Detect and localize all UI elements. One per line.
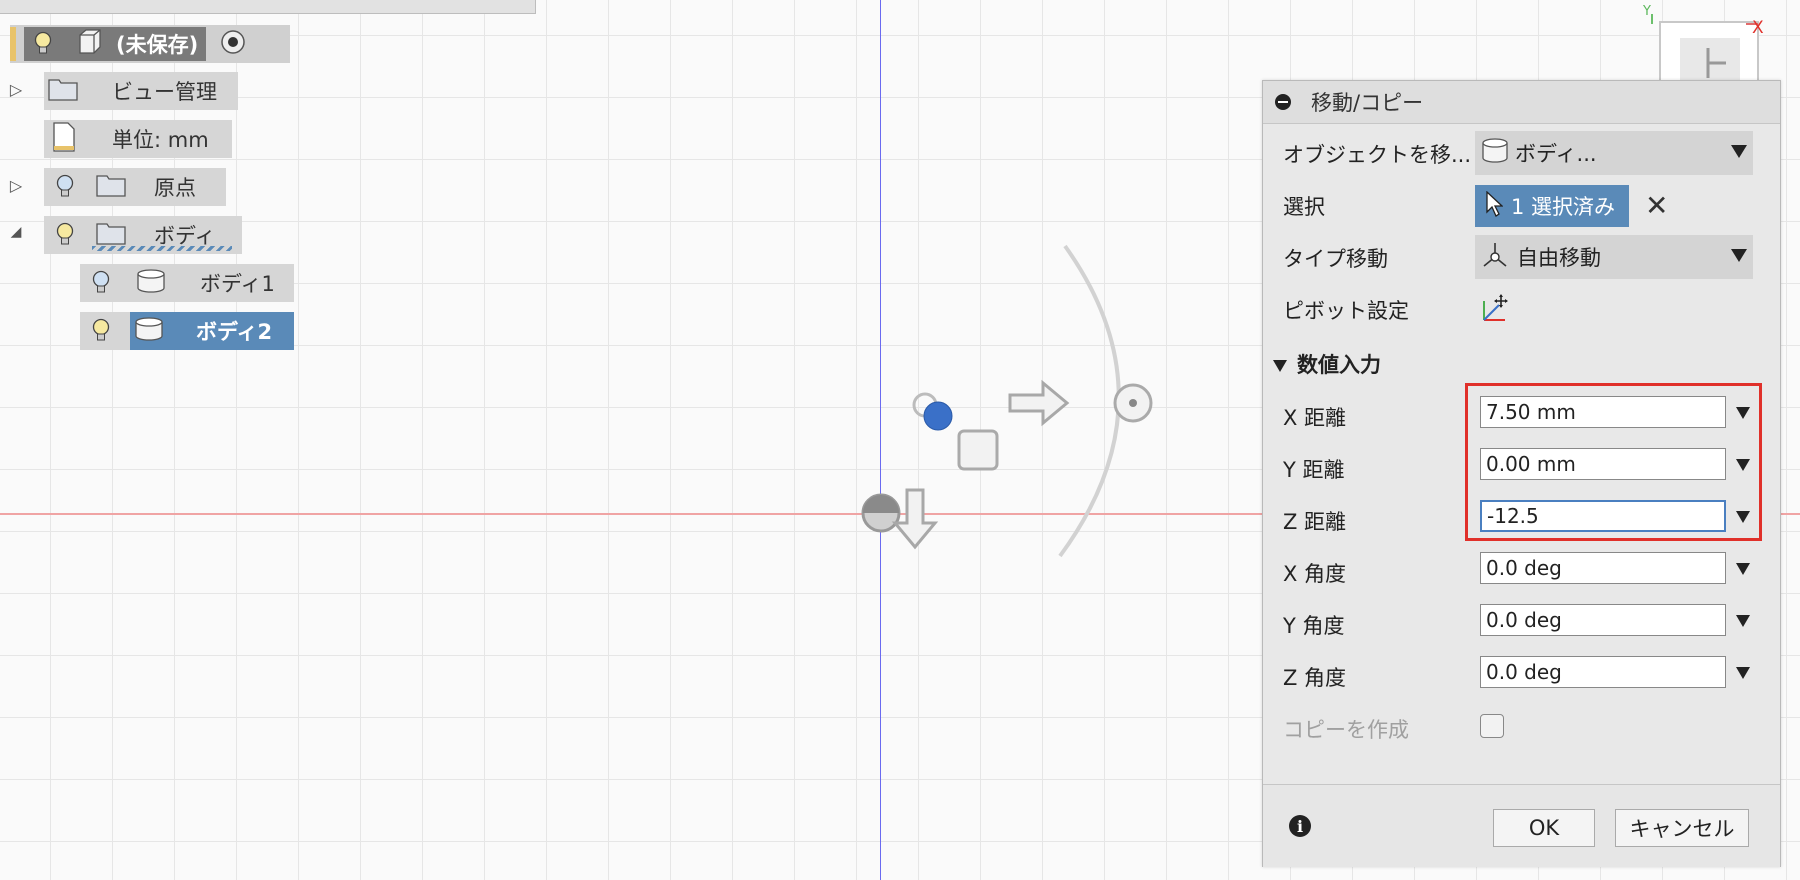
body-cylinder-icon [136,268,166,298]
browser-item-origin[interactable]: 原点 [44,168,226,206]
plane-handle-icon [957,429,999,471]
lightbulb-icon[interactable] [90,316,112,346]
object-label: オブジェクトを移... [1283,143,1472,167]
selection-hatch [92,246,232,251]
rotate-arc [1058,244,1121,558]
browser-item-label: ビュー管理 [112,80,217,104]
x-arrow-icon [1008,379,1070,427]
browser-item-body1[interactable]: ボディ1 [80,264,294,302]
highlight-box [1465,383,1762,541]
top-panel-edge [0,0,536,14]
pivot-label: ピボット設定 [1283,299,1409,323]
chevron-down-icon [1731,145,1747,158]
browser-item-bodies[interactable]: ボディ [44,216,242,254]
move-gizmo[interactable] [855,240,1175,570]
y-distance-label: Y 距離 [1283,458,1345,482]
collapse-dialog-icon[interactable] [1275,94,1291,110]
lightbulb-icon[interactable] [54,172,76,202]
browser-item-units[interactable]: 単位: mm [44,120,232,158]
move-type-label: タイプ移動 [1283,247,1388,271]
dialog-footer: i OK キャンセル [1263,784,1780,867]
browser-item-label: 単位: mm [112,128,209,152]
folder-icon [96,172,126,202]
viewcube-y-label: Y [1643,4,1651,19]
x-angle-label: X 角度 [1283,562,1347,586]
body-cylinder-icon [1481,138,1509,168]
body-cylinder-icon [134,316,164,346]
selection-count: 1 選択済み [1511,195,1616,219]
viewcube-x-label: X [1752,18,1764,38]
x-distance-label: X 距離 [1283,406,1347,430]
browser-item-label: 原点 [154,176,196,200]
pivot-set-icon[interactable] [1481,293,1511,327]
section-title: 数値入力 [1297,353,1381,377]
cursor-arrow-icon [1485,190,1504,221]
browser-item-label: ボディ1 [200,272,275,296]
create-copy-label: コピーを作成 [1283,718,1409,742]
lightbulb-icon[interactable] [90,268,112,298]
cancel-button[interactable]: キャンセル [1615,809,1749,847]
dialog-title: 移動/コピー [1311,91,1424,115]
z-arrow-icon [891,488,939,550]
center-point-icon [923,401,953,431]
document-ruler-icon [52,122,78,156]
chevron-down-icon[interactable] [1736,667,1750,679]
expand-triangle-icon[interactable]: ▷ [6,176,26,195]
browser-item-label: ボディ2 [196,320,273,344]
selected-highlight: ボディ2 [130,312,294,350]
dialog-header[interactable]: 移動/コピー [1263,81,1780,124]
component-icon [74,29,102,59]
info-icon[interactable]: i [1289,815,1311,837]
numeric-input-section-toggle[interactable]: 数値入力 [1273,349,1381,379]
browser-item-views[interactable]: ビュー管理 [44,72,238,110]
y-angle-input[interactable]: 0.0 deg [1480,604,1726,636]
browser-root[interactable]: (未保存) [10,25,290,63]
collapse-triangle-icon[interactable]: ◢ [6,224,26,240]
view-cube[interactable]: Y X [1643,4,1764,103]
z-distance-label: Z 距離 [1283,510,1347,534]
folder-icon [48,76,78,106]
object-type-value: ボディ... [1515,142,1597,166]
document-title: (未保存) [116,33,199,57]
selection-button[interactable]: 1 選択済み [1475,185,1629,227]
activate-radio-icon[interactable] [220,29,246,59]
lightbulb-icon[interactable] [54,220,76,250]
expand-triangle-icon[interactable]: ▷ [6,80,26,99]
z-angle-input[interactable]: 0.0 deg [1480,656,1726,688]
chevron-down-icon[interactable] [1736,615,1750,627]
y-angle-label: Y 角度 [1283,614,1345,638]
chevron-down-icon [1731,249,1747,262]
move-type-dropdown[interactable]: 自由移動 [1475,235,1753,279]
object-type-dropdown[interactable]: ボディ... [1475,131,1753,175]
chevron-down-icon[interactable] [1736,563,1750,575]
triangle-down-icon [1273,360,1287,372]
free-move-icon [1481,241,1509,273]
x-angle-input[interactable]: 0.0 deg [1480,552,1726,584]
z-angle-label: Z 角度 [1283,666,1347,690]
create-copy-checkbox[interactable] [1480,714,1504,738]
select-label: 選択 [1283,195,1325,219]
clear-selection-icon[interactable]: ✕ [1645,189,1668,223]
lightbulb-icon[interactable] [32,29,54,59]
move-type-value: 自由移動 [1517,246,1601,270]
ok-button[interactable]: OK [1493,809,1595,847]
browser-item-body2[interactable]: ボディ2 [80,312,294,350]
